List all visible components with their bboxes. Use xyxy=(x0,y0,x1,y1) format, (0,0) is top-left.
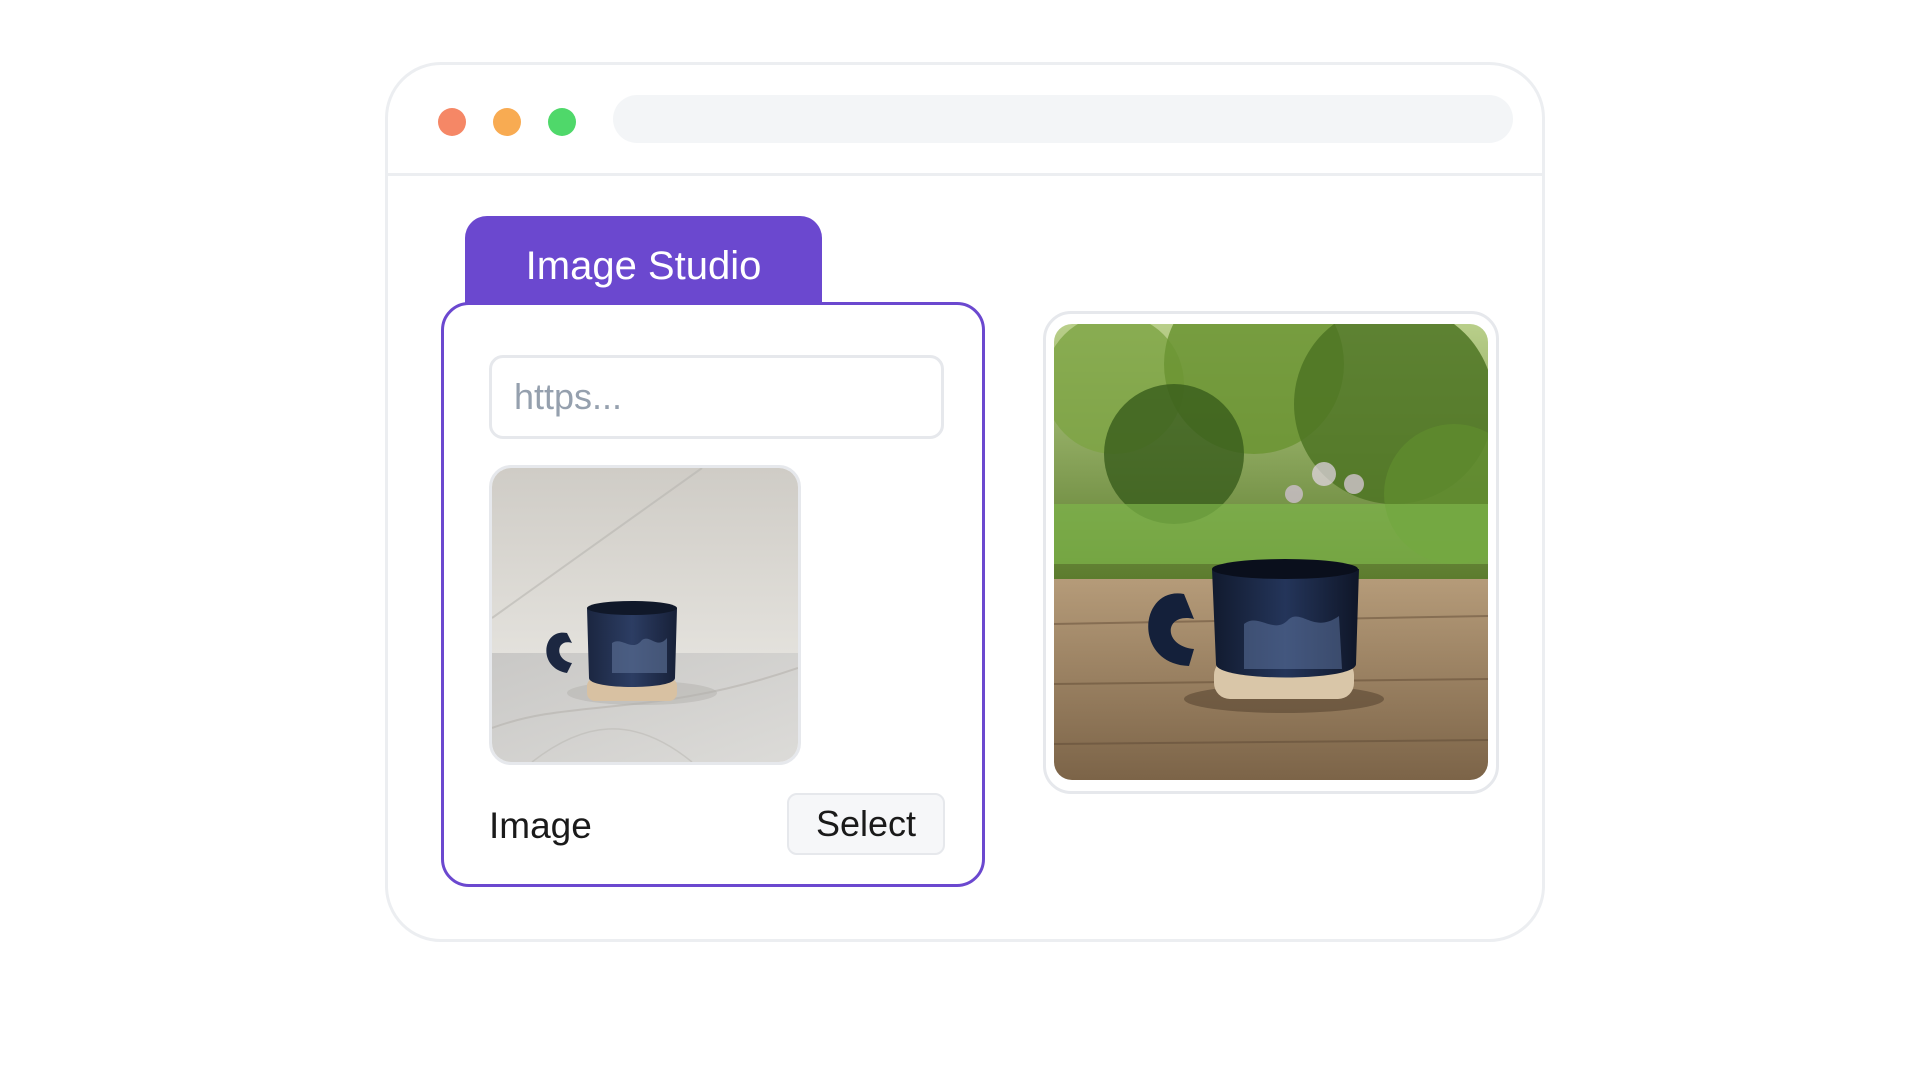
window-minimize-dot[interactable] xyxy=(493,108,521,136)
chrome-divider xyxy=(388,173,1542,176)
source-image-thumbnail[interactable] xyxy=(489,465,801,765)
window-close-dot[interactable] xyxy=(438,108,466,136)
tab-label: Image Studio xyxy=(525,244,762,288)
image-studio-tab[interactable]: Image Studio xyxy=(465,216,822,306)
address-bar[interactable] xyxy=(613,95,1513,143)
image-url-input[interactable] xyxy=(489,355,944,439)
image-studio-panel: Image Select xyxy=(441,302,985,887)
window-maximize-dot[interactable] xyxy=(548,108,576,136)
result-image[interactable] xyxy=(1054,324,1488,780)
result-image-frame xyxy=(1043,311,1499,794)
mug-garden-photo-icon xyxy=(1054,324,1488,780)
select-image-button[interactable]: Select xyxy=(787,793,945,855)
image-field-label: Image xyxy=(489,805,592,846)
mug-photo-icon xyxy=(492,468,798,762)
